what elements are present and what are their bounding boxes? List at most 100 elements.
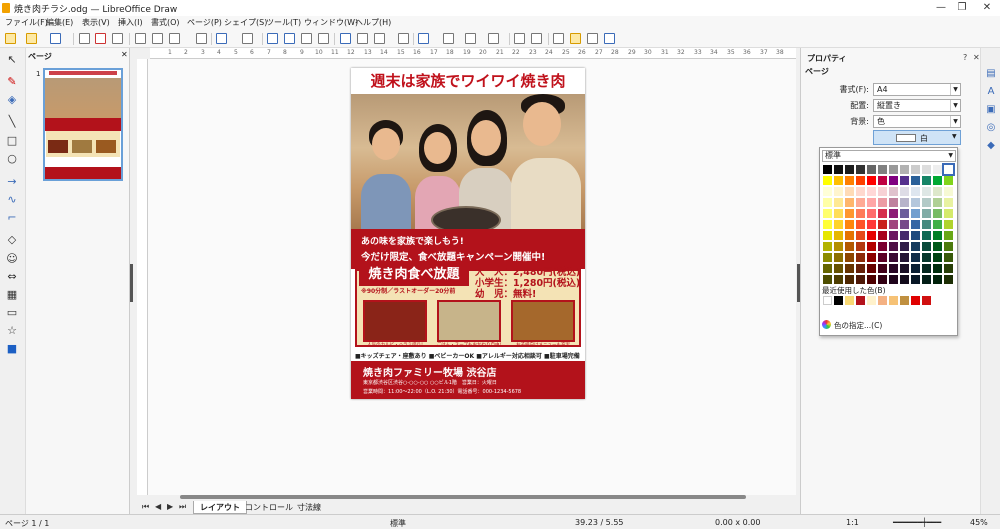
- fill-color-icon[interactable]: ◈: [6, 94, 18, 106]
- color-swatch-cell[interactable]: [889, 220, 898, 229]
- color-swatch-cell[interactable]: [878, 275, 887, 284]
- color-swatch-cell[interactable]: [889, 264, 898, 273]
- recent-color-cell[interactable]: [922, 296, 931, 305]
- align-icon[interactable]: [443, 33, 454, 44]
- menu-help[interactable]: ヘルプ(H): [355, 17, 391, 28]
- color-swatch-cell[interactable]: [834, 231, 843, 240]
- color-swatch-cell[interactable]: [823, 242, 832, 251]
- color-swatch-cell[interactable]: [856, 209, 865, 218]
- export-icon[interactable]: [79, 33, 90, 44]
- plan-title[interactable]: 焼き肉食べ放題: [359, 264, 469, 286]
- last-tab-icon[interactable]: ⏭: [179, 502, 187, 512]
- color-swatch-cell[interactable]: [823, 253, 832, 262]
- menu-insert[interactable]: 挿入(I): [118, 17, 143, 28]
- color-swatch-cell[interactable]: [933, 264, 942, 273]
- color-swatch-cell[interactable]: [911, 176, 920, 185]
- color-swatch-cell[interactable]: [900, 253, 909, 262]
- navigator-icon[interactable]: ◎: [985, 122, 997, 134]
- features-line[interactable]: ■キッズチェア・座敷あり ■ベビーカーOK ■アレルギー対応相談可 ■駐車場完備: [355, 351, 583, 360]
- meat-plate-image[interactable]: [363, 300, 427, 342]
- color-swatch-cell[interactable]: [911, 264, 920, 273]
- color-swatch-cell[interactable]: [878, 209, 887, 218]
- color-swatch-cell[interactable]: [867, 165, 876, 174]
- distribute-icon[interactable]: [488, 33, 499, 44]
- color-swatch-cell[interactable]: [933, 187, 942, 196]
- color-swatch-cell[interactable]: [856, 187, 865, 196]
- color-swatch-cell[interactable]: [867, 253, 876, 262]
- color-swatch-cell[interactable]: [944, 209, 953, 218]
- page-thumbnail[interactable]: [43, 68, 123, 181]
- special-character-icon[interactable]: [374, 33, 385, 44]
- color-swatch-cell[interactable]: [856, 264, 865, 273]
- menu-shape[interactable]: シェイプ(S): [224, 17, 267, 28]
- menu-page[interactable]: ページ(P): [187, 17, 222, 28]
- color-swatch-cell[interactable]: [834, 242, 843, 251]
- color-swatch-cell[interactable]: [911, 242, 920, 251]
- color-swatch-cell[interactable]: [922, 242, 931, 251]
- curves-icon[interactable]: ∿: [6, 194, 18, 206]
- color-swatch-cell[interactable]: [834, 198, 843, 207]
- color-swatch-cell[interactable]: [944, 176, 953, 185]
- format-select[interactable]: A4 ▼: [873, 83, 961, 96]
- symbol-shapes-icon[interactable]: ☺: [6, 253, 18, 265]
- color-swatch-cell[interactable]: [878, 242, 887, 251]
- store-footer[interactable]: 焼き肉ファミリー牧場 渋谷店 東京都渋谷区渋谷○-○○-○○ ○○ビル1階 営業…: [351, 361, 585, 399]
- new-document-icon[interactable]: [5, 33, 16, 44]
- color-swatch-cell[interactable]: [823, 198, 832, 207]
- color-swatch-cell[interactable]: [933, 242, 942, 251]
- glue-points-icon[interactable]: [570, 33, 581, 44]
- connectors-icon[interactable]: ⌐: [6, 212, 18, 224]
- color-swatch-cell[interactable]: [944, 231, 953, 240]
- line-tool-icon[interactable]: ╲: [6, 116, 18, 128]
- color-swatch-cell[interactable]: [856, 275, 865, 284]
- color-swatch-cell[interactable]: [900, 209, 909, 218]
- insert-image-icon[interactable]: [340, 33, 351, 44]
- color-swatch-cell[interactable]: [823, 176, 832, 185]
- color-swatch-cell[interactable]: [933, 209, 942, 218]
- properties-icon[interactable]: ▤: [985, 68, 997, 80]
- campaign-banner[interactable]: あの味を家族で楽しもう! 今だけ限定、食べ放題キャンペーン開催中!: [351, 229, 585, 269]
- background-color-button[interactable]: 白 ▼: [873, 130, 961, 145]
- shapes-icon[interactable]: ◆: [985, 140, 997, 152]
- color-swatch-cell[interactable]: [878, 253, 887, 262]
- toggle-extrusion-icon[interactable]: [587, 33, 598, 44]
- color-swatch-cell[interactable]: [867, 187, 876, 196]
- color-swatch-cell[interactable]: [856, 220, 865, 229]
- color-swatch-cell[interactable]: [889, 275, 898, 284]
- color-swatch-cell[interactable]: [878, 231, 887, 240]
- points-icon[interactable]: [553, 33, 564, 44]
- page-section-header[interactable]: ページ: [805, 66, 829, 77]
- kids-menu-image[interactable]: [511, 300, 575, 342]
- styles-icon[interactable]: A: [985, 86, 997, 98]
- flyer-title[interactable]: 週末は家族でワイワイ焼き肉: [351, 68, 585, 94]
- color-swatch-cell[interactable]: [944, 242, 953, 251]
- color-swatch-cell[interactable]: [922, 275, 931, 284]
- color-swatch-cell[interactable]: [845, 264, 854, 273]
- color-swatch-cell[interactable]: [856, 242, 865, 251]
- color-swatch-cell[interactable]: [834, 165, 843, 174]
- color-swatch-cell[interactable]: [878, 165, 887, 174]
- color-swatch-cell[interactable]: [900, 264, 909, 273]
- color-swatch-cell[interactable]: [823, 264, 832, 273]
- menu-file[interactable]: ファイル(F): [5, 17, 48, 28]
- color-swatch-cell[interactable]: [933, 198, 942, 207]
- color-swatch-cell[interactable]: [867, 209, 876, 218]
- helplines-icon[interactable]: [301, 33, 312, 44]
- color-swatch-cell[interactable]: [900, 165, 909, 174]
- color-swatch-cell[interactable]: [900, 176, 909, 185]
- color-swatch-cell[interactable]: [911, 198, 920, 207]
- 3d-objects-icon[interactable]: ■: [6, 343, 18, 355]
- color-swatch-cell[interactable]: [834, 220, 843, 229]
- close-window-button[interactable]: ✕: [980, 1, 994, 15]
- color-swatch-cell[interactable]: [933, 176, 942, 185]
- color-swatch-cell[interactable]: [878, 198, 887, 207]
- color-swatch-cell[interactable]: [922, 165, 931, 174]
- recent-color-cell[interactable]: [834, 296, 843, 305]
- color-swatch-cell[interactable]: [856, 165, 865, 174]
- color-swatch-cell[interactable]: [856, 231, 865, 240]
- zoom-icon[interactable]: [318, 33, 329, 44]
- color-swatch-cell[interactable]: [834, 253, 843, 262]
- copy-icon[interactable]: [152, 33, 163, 44]
- recent-color-cell[interactable]: [878, 296, 887, 305]
- block-arrows-icon[interactable]: ⇔: [6, 271, 18, 283]
